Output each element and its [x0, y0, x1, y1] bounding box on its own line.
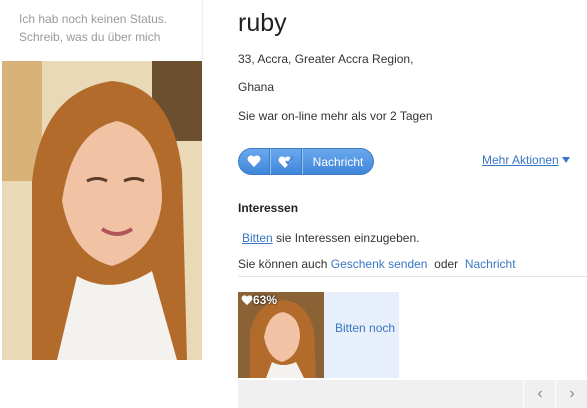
action-buttons: Nachricht	[238, 148, 374, 175]
match-percent: 63%	[241, 293, 277, 307]
ask-interests-text: sie Interessen einzugeben.	[272, 231, 420, 245]
heart-check-icon	[278, 155, 294, 168]
interests-also-line: Sie können auch Geschenk senden oder Nac…	[238, 257, 516, 271]
interests-ask-line: Bitten sie Interessen einzugeben.	[242, 231, 419, 245]
match-thumbnail[interactable]: 63%	[238, 292, 324, 378]
profile-photo[interactable]	[2, 61, 202, 360]
gift-area: 63% Bitten noch	[238, 276, 587, 381]
heart-icon	[241, 294, 253, 305]
profile-name: ruby	[238, 9, 287, 37]
also-text: Sie können auch	[238, 257, 331, 271]
carousel-prev-button[interactable]: ‹	[523, 380, 556, 408]
last-online: Sie war on-line mehr als vor 2 Tagen	[238, 109, 433, 123]
like-button[interactable]	[238, 148, 270, 175]
ask-interests-link[interactable]: Bitten	[242, 231, 273, 245]
location-line-1: 33, Accra, Greater Accra Region,	[238, 52, 414, 66]
status-box[interactable]: Ich hab noch keinen Status. Schreib, was…	[2, 0, 203, 60]
interests-heading: Interessen	[238, 201, 299, 215]
send-gift-link[interactable]: Geschenk senden	[331, 257, 428, 271]
ask-more-link[interactable]: Bitten noch	[335, 321, 395, 335]
more-actions-label: Mehr Aktionen	[482, 153, 559, 167]
profile-photo-image	[2, 61, 202, 360]
carousel-next-button[interactable]: ›	[555, 380, 587, 408]
heart-icon	[247, 155, 261, 167]
location-line-2: Ghana	[238, 80, 275, 94]
or-text: oder	[427, 257, 465, 271]
message-link[interactable]: Nachricht	[465, 257, 516, 271]
match-percent-value: 63%	[253, 293, 278, 307]
status-line-2: Schreib, was du über mich	[19, 30, 161, 44]
chevron-down-icon	[561, 157, 570, 163]
favorite-button[interactable]	[270, 148, 302, 175]
carousel-nav-bar: ‹ ›	[238, 380, 587, 408]
message-button[interactable]: Nachricht	[302, 148, 374, 175]
more-actions-link[interactable]: Mehr Aktionen	[482, 153, 570, 167]
ask-more-box[interactable]	[324, 292, 399, 378]
status-line-1: Ich hab noch keinen Status.	[19, 12, 168, 26]
